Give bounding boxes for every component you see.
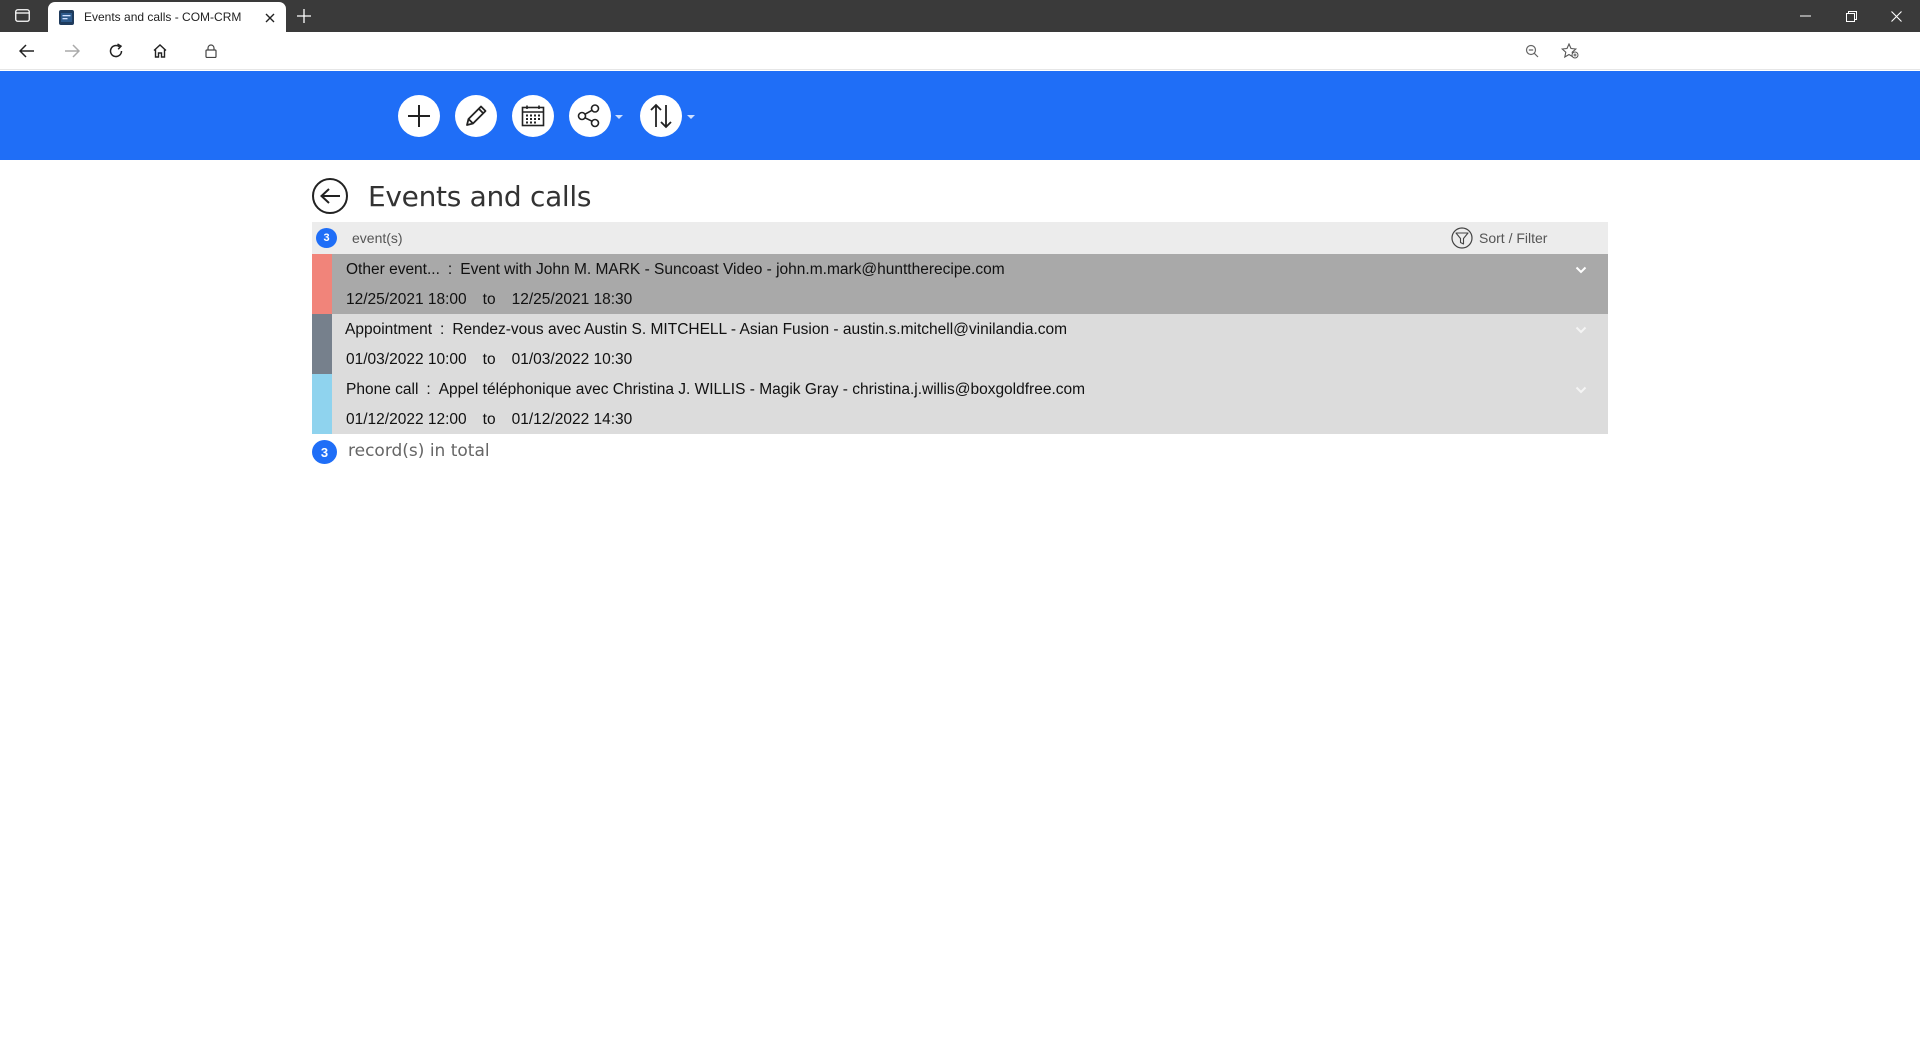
event-start: 12/25/2021 18:00 xyxy=(346,291,467,308)
share-button[interactable] xyxy=(569,95,611,137)
plus-icon xyxy=(408,105,430,127)
sort-button[interactable] xyxy=(640,95,682,137)
expand-chevron-down-icon[interactable] xyxy=(1573,262,1589,278)
page-title: Events and calls xyxy=(368,180,592,213)
event-count-badge: 3 xyxy=(316,228,337,248)
close-window-icon[interactable] xyxy=(1888,8,1904,24)
event-type-color-bar xyxy=(312,314,332,374)
event-type: Appointment xyxy=(345,321,433,338)
filter-icon xyxy=(1451,227,1473,249)
event-end: 01/12/2022 14:30 xyxy=(511,411,633,428)
event-to-label: to xyxy=(482,351,496,368)
share-dropdown-caret-icon[interactable] xyxy=(615,115,623,119)
event-summary: Phone call: Appel téléphonique avec Chris… xyxy=(346,381,1085,399)
pencil-icon xyxy=(466,105,487,126)
event-description: Appel téléphonique avec Christina J. WIL… xyxy=(438,381,1086,398)
sort-arrows-icon xyxy=(650,103,672,129)
add-button[interactable] xyxy=(398,95,440,137)
event-to-label: to xyxy=(482,291,496,308)
event-time-range: 01/12/2022 12:00 to 01/12/2022 14:30 xyxy=(346,411,632,429)
records-total: 3 record(s) in total xyxy=(312,434,1608,470)
event-time-range: 01/03/2022 10:00 to 01/03/2022 10:30 xyxy=(346,351,632,369)
event-end: 12/25/2021 18:30 xyxy=(511,291,633,308)
sort-filter-button[interactable]: Sort / Filter xyxy=(1451,226,1547,250)
back-button[interactable] xyxy=(312,178,348,214)
event-separator: : xyxy=(426,381,431,398)
calendar-button[interactable] xyxy=(512,95,554,137)
close-tab-icon[interactable] xyxy=(262,10,278,26)
new-tab-plus-icon[interactable] xyxy=(295,7,313,25)
event-separator: : xyxy=(447,261,453,278)
expand-chevron-down-icon[interactable] xyxy=(1573,322,1589,338)
event-type: Phone call xyxy=(346,381,419,398)
address-bar[interactable] xyxy=(190,37,1592,65)
tab-actions-icon[interactable] xyxy=(14,8,31,23)
list-header: 3 event(s) Sort / Filter xyxy=(312,222,1608,254)
lock-icon[interactable] xyxy=(203,43,219,59)
event-type-color-bar xyxy=(312,374,332,434)
forward-arrow-icon[interactable] xyxy=(62,41,82,61)
refresh-icon[interactable] xyxy=(106,41,126,61)
event-row[interactable]: Appointment: Rendez-vous avec Austin S. M… xyxy=(312,314,1608,374)
expand-chevron-down-icon[interactable] xyxy=(1573,382,1589,398)
records-total-badge: 3 xyxy=(312,440,337,464)
event-summary: Appointment: Rendez-vous avec Austin S. M… xyxy=(345,321,1067,339)
event-summary: Other event...: Event with John M. MARK -… xyxy=(346,261,1005,279)
event-description: Event with John M. MARK - Suncoast Video… xyxy=(460,261,1005,278)
app-toolbar xyxy=(0,71,1920,160)
events-list: 3 event(s) Sort / Filter Other event...:… xyxy=(312,222,1608,470)
event-type: Other event... xyxy=(346,261,440,278)
sort-dropdown-caret-icon[interactable] xyxy=(687,115,695,119)
event-to-label: to xyxy=(482,411,496,428)
back-arrow-circle-icon xyxy=(320,188,340,204)
share-icon xyxy=(577,104,600,128)
calendar-icon xyxy=(521,105,545,127)
event-separator: : xyxy=(440,321,445,338)
event-end: 01/03/2022 10:30 xyxy=(511,351,633,368)
event-start: 01/03/2022 10:00 xyxy=(346,351,467,368)
event-time-range: 12/25/2021 18:00 to 12/25/2021 18:30 xyxy=(346,291,632,309)
browser-navigation-bar xyxy=(0,32,1920,70)
browser-tab-strip: Events and calls - COM-CRM xyxy=(0,0,1920,32)
favorites-star-icon[interactable] xyxy=(1561,43,1579,59)
back-arrow-icon[interactable] xyxy=(17,41,37,61)
event-count-label: event(s) xyxy=(352,230,403,246)
minimize-window-icon[interactable] xyxy=(1797,8,1813,24)
event-description: Rendez-vous avec Austin S. MITCHELL - As… xyxy=(452,321,1068,338)
records-total-label: record(s) in total xyxy=(348,441,490,461)
event-start: 01/12/2022 12:00 xyxy=(346,411,467,428)
home-icon[interactable] xyxy=(150,41,170,61)
sort-filter-label: Sort / Filter xyxy=(1479,230,1548,246)
tab-title: Events and calls - COM-CRM xyxy=(84,10,242,24)
zoom-out-icon[interactable] xyxy=(1524,43,1540,59)
event-row[interactable]: Phone call: Appel téléphonique avec Chris… xyxy=(312,374,1608,434)
edit-button[interactable] xyxy=(455,95,497,137)
event-type-color-bar xyxy=(312,254,332,314)
crm-favicon-icon xyxy=(59,10,74,25)
restore-window-icon[interactable] xyxy=(1843,8,1859,24)
browser-tab-active[interactable]: Events and calls - COM-CRM xyxy=(48,2,286,32)
event-row[interactable]: Other event...: Event with John M. MARK -… xyxy=(312,254,1608,314)
